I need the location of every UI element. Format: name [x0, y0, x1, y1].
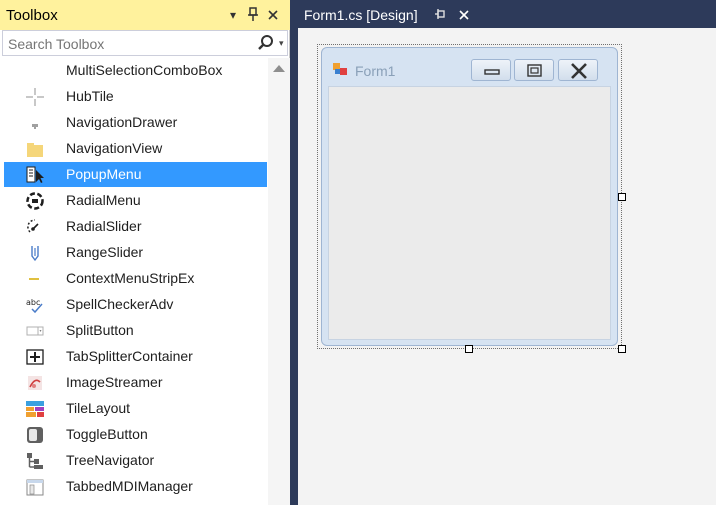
svg-text:abc: abc [26, 298, 40, 307]
pin-icon[interactable] [246, 6, 260, 24]
designer-surface[interactable]: Form1 [298, 28, 716, 505]
list-item-label: NavigationView [66, 140, 163, 156]
toolbox-item-spell-checker-adv[interactable]: abc SpellCheckerAdv [4, 292, 267, 317]
close-icon[interactable] [266, 6, 280, 24]
popup-menu-icon [26, 166, 44, 184]
form-window[interactable]: Form1 [321, 47, 618, 346]
navigation-drawer-icon [26, 114, 44, 132]
toolbox-item-multiselection-combobox[interactable]: MultiSelectionComboBox [4, 58, 267, 83]
toggle-button-icon [26, 426, 44, 444]
search-options-chevron-down-icon[interactable]: ▾ [279, 35, 287, 51]
maximize-button[interactable] [514, 59, 554, 81]
toolbox-item-popup-menu[interactable]: PopupMenu [4, 162, 267, 187]
toolbox-panel: Toolbox ▾ ▾ MultiSelectionComboBox [0, 0, 290, 505]
radial-menu-icon [26, 192, 44, 210]
list-item-label: TabSplitterContainer [66, 348, 193, 364]
list-item-label: ContextMenuStripEx [66, 270, 195, 286]
radial-slider-icon [26, 218, 44, 236]
toolbox-header: Toolbox ▾ [0, 0, 290, 30]
toolbox-item-split-button[interactable]: SplitButton [4, 318, 267, 343]
list-item-label: ToggleButton [66, 426, 148, 442]
toolbox-item-tree-navigator[interactable]: TreeNavigator [4, 448, 267, 473]
list-item-label: RadialMenu [66, 192, 141, 208]
toolbox-item-image-streamer[interactable]: ImageStreamer [4, 370, 267, 395]
resize-handle-right[interactable] [618, 193, 626, 201]
toolbox-search-box: ▾ [2, 30, 288, 56]
scroll-up-arrow-icon[interactable] [273, 65, 285, 72]
tabbed-mdi-manager-icon [26, 478, 44, 496]
tab-splitter-container-icon [26, 348, 44, 366]
list-item-label: RadialSlider [66, 218, 142, 234]
toolbox-item-navigation-drawer[interactable]: NavigationDrawer [4, 110, 267, 135]
toolbox-item-tabbed-mdi-manager[interactable]: TabbedMDIManager [4, 474, 267, 499]
spell-checker-icon: abc [26, 296, 44, 314]
tab-label: Form1.cs [Design] [304, 7, 418, 23]
toolbox-item-radial-menu[interactable]: RadialMenu [4, 188, 267, 213]
tile-layout-icon [26, 400, 44, 418]
pin-icon[interactable] [434, 7, 446, 24]
form-app-icon [332, 61, 348, 77]
list-item-label: NavigationDrawer [66, 114, 178, 130]
ide-window: Toolbox ▾ ▾ MultiSelectionComboBox [0, 0, 716, 505]
split-button-icon [26, 322, 44, 340]
resize-handle-bottom[interactable] [465, 345, 473, 353]
image-streamer-icon [26, 374, 44, 392]
dropdown-arrow-icon[interactable]: ▾ [226, 6, 240, 24]
toolbox-item-tile-layout[interactable]: TileLayout [4, 396, 267, 421]
list-item-label: SplitButton [66, 322, 134, 338]
document-area: Form1.cs [Design] Form1 [298, 0, 716, 505]
minimize-button[interactable] [471, 59, 511, 81]
navigation-view-icon [26, 140, 44, 158]
range-slider-icon [26, 244, 44, 262]
toolbox-item-navigation-view[interactable]: NavigationView [4, 136, 267, 161]
list-item-label: SpellCheckerAdv [66, 296, 174, 312]
close-icon [571, 63, 587, 79]
minimize-icon [484, 69, 500, 75]
list-item-label: TileLayout [66, 400, 131, 416]
toolbox-title: Toolbox [6, 7, 58, 24]
form-title-bar[interactable]: Form1 [322, 48, 617, 88]
close-button[interactable] [558, 59, 598, 81]
resize-handle-bottom-right[interactable] [618, 345, 626, 353]
toolbox-item-list: MultiSelectionComboBox HubTile Navigatio… [0, 58, 268, 505]
list-item-label: MultiSelectionComboBox [66, 62, 223, 78]
toolbox-item-hubtile[interactable]: HubTile [4, 84, 267, 109]
close-icon[interactable] [458, 5, 470, 26]
search-input[interactable] [8, 35, 248, 53]
toolbox-item-toggle-button[interactable]: ToggleButton [4, 422, 267, 447]
tree-navigator-icon [26, 452, 44, 470]
toolbox-item-radial-slider[interactable]: RadialSlider [4, 214, 267, 239]
form-client-area[interactable] [328, 86, 611, 340]
toolbox-scrollbar[interactable] [268, 58, 290, 505]
list-item-label: PopupMenu [66, 166, 142, 182]
maximize-icon [527, 64, 542, 77]
tab-form1-design[interactable]: Form1.cs [Design] [298, 3, 479, 30]
list-item-label: TabbedMDIManager [66, 478, 193, 494]
list-item-label: RangeSlider [66, 244, 144, 260]
search-icon[interactable] [256, 33, 276, 53]
list-item-label: TreeNavigator [66, 452, 155, 468]
form-title: Form1 [355, 63, 396, 79]
hubtile-icon [26, 88, 44, 106]
list-item-label: ImageStreamer [66, 374, 163, 390]
toolbox-item-tab-splitter-container[interactable]: TabSplitterContainer [4, 344, 267, 369]
multiselection-combobox-icon [26, 62, 44, 80]
toolbox-item-range-slider[interactable]: RangeSlider [4, 240, 267, 265]
toolbox-item-context-menu-strip-ex[interactable]: ContextMenuStripEx [4, 266, 267, 291]
list-item-label: HubTile [66, 88, 114, 104]
context-menu-strip-icon [26, 270, 44, 288]
